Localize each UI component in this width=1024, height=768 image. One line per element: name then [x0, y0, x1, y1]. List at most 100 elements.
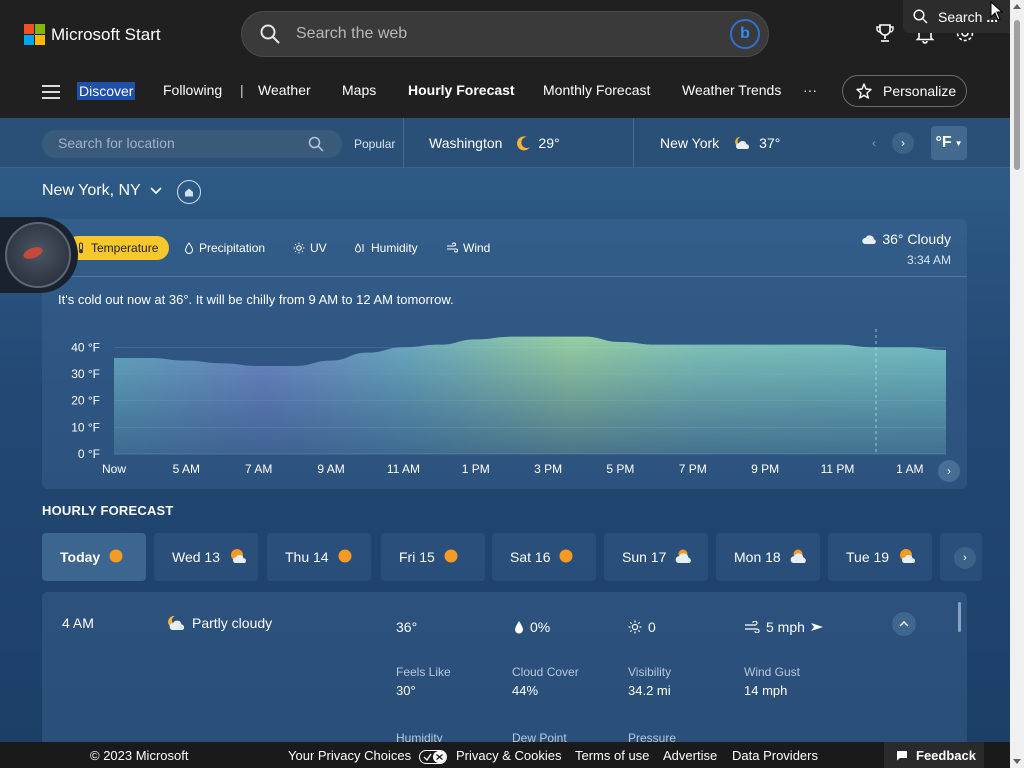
tab-label: Humidity [371, 241, 418, 255]
tab-precipitation[interactable]: Precipitation [184, 236, 265, 260]
prev-cities-button[interactable]: ‹ [863, 132, 885, 154]
rewards-trophy-icon[interactable] [874, 22, 896, 44]
feedback-label: Feedback [916, 747, 976, 763]
hour-temp: 36° [396, 619, 417, 635]
unit-label: °F [935, 134, 952, 151]
day-tab-thu-14[interactable]: Thu 14 [267, 533, 371, 581]
humidity-icon [354, 243, 364, 253]
nav-item-weather-trends[interactable]: Weather Trends [682, 82, 781, 98]
chart-next-button[interactable]: › [938, 460, 960, 482]
stat-value: 44% [512, 683, 539, 698]
city-temp: 29° [538, 135, 560, 151]
chevron-up-icon [899, 620, 909, 627]
partly-cloudy-night-icon [735, 136, 750, 149]
day-label: Sun 17 [622, 549, 667, 565]
nav-item-discover[interactable]: Discover [77, 82, 136, 100]
city-temp: 37° [759, 135, 781, 151]
wind-direction-arrow-icon [810, 623, 823, 631]
sun-outline-icon [293, 242, 305, 254]
day-tab-mon-18[interactable]: Mon 18 [716, 533, 820, 581]
x-tick-label: 1 PM [462, 462, 490, 476]
popular-city-washington[interactable]: Washington 29° [429, 135, 560, 151]
tab-uv[interactable]: UV [293, 236, 327, 260]
footer-advertise-link[interactable]: Advertise [663, 748, 717, 763]
footer-data-providers-link[interactable]: Data Providers [732, 748, 818, 763]
bing-chat-button[interactable]: b [730, 19, 760, 49]
tab-humidity[interactable]: Humidity [354, 236, 418, 260]
hour-uv-value: 0 [648, 619, 656, 635]
nav-more-button[interactable]: ··· [803, 82, 817, 98]
x-tick-label: 5 AM [173, 462, 200, 476]
day-tab-fri-15[interactable]: Fri 15 [381, 533, 485, 581]
chevron-left-icon: ‹ [872, 136, 876, 150]
scroll-thumb[interactable] [1014, 20, 1020, 170]
hour-wind: 5 mph [744, 619, 830, 635]
web-search-input[interactable] [296, 22, 696, 46]
search-icon[interactable] [308, 136, 324, 152]
sun-icon [108, 548, 124, 567]
location-bar: Popular Washington 29° New York 37° ‹ › … [0, 118, 1010, 168]
stat-label: Cloud Cover [512, 665, 579, 679]
day-tab-wed-13[interactable]: Wed 13 [154, 533, 258, 581]
location-selector[interactable]: New York, NY [42, 182, 163, 200]
current-conditions: 36° Cloudy 3:34 AM [861, 231, 951, 267]
day-tab-today[interactable]: Today [42, 533, 146, 581]
chevron-right-icon: › [947, 464, 951, 478]
temperature-unit-dropdown[interactable]: °F ▼ [931, 126, 967, 160]
stat-wind-gust: Wind Gust 14 mph [744, 665, 800, 698]
detail-scrollbar[interactable] [958, 602, 961, 632]
hour-uv: 0 [628, 619, 656, 635]
nav-item-weather[interactable]: Weather [258, 82, 311, 98]
day-label: Today [60, 549, 101, 565]
feedback-button[interactable]: Feedback [884, 742, 984, 768]
popular-city-new-york[interactable]: New York 37° [660, 135, 780, 151]
day-selector: Today Wed 13 Thu 14 Fri 15 Sat 16 Sun 17 Mon 1… [42, 533, 982, 581]
day-label: Fri 15 [399, 549, 435, 565]
footer-privacy-choices-link[interactable]: Your Privacy Choices [288, 748, 447, 764]
collapse-row-button[interactable] [892, 612, 916, 636]
menu-hamburger-icon[interactable] [42, 85, 60, 99]
web-search-box[interactable]: b [241, 11, 769, 57]
tab-temperature[interactable]: Temperature [66, 236, 170, 260]
hour-condition-label: Partly cloudy [192, 615, 273, 631]
page-scrollbar[interactable] [1010, 0, 1024, 768]
stat-value: 30° [396, 683, 416, 698]
y-tick-label: 40 °F [71, 340, 100, 354]
set-home-location-button[interactable] [177, 180, 201, 204]
day-tab-tue-19[interactable]: Tue 19 [828, 533, 932, 581]
days-next-button[interactable]: › [954, 547, 976, 569]
forecast-summary: It's cold out now at 36°. It will be chi… [58, 292, 454, 307]
popular-label: Popular [354, 137, 396, 151]
scroll-up-icon[interactable] [1013, 4, 1021, 9]
personalize-button[interactable]: Personalize [842, 75, 967, 107]
stat-value: 14 mph [744, 683, 788, 698]
next-cities-button[interactable]: › [892, 132, 914, 154]
search-icon [913, 9, 928, 24]
nav-item-monthly-forecast[interactable]: Monthly Forecast [543, 82, 650, 98]
nav-item-hourly-forecast[interactable]: Hourly Forecast [408, 82, 515, 98]
floating-gauge-widget[interactable] [0, 217, 78, 293]
stat-label: Feels Like [396, 665, 451, 679]
y-tick-label: 30 °F [71, 367, 100, 381]
city-name: Washington [429, 135, 503, 151]
location-search-box[interactable] [42, 130, 342, 158]
search-icon [260, 24, 280, 44]
footer-privacy-cookies-link[interactable]: Privacy & Cookies [456, 748, 561, 763]
footer-terms-link[interactable]: Terms of use [575, 748, 649, 763]
x-tick-label: 7 AM [245, 462, 272, 476]
nav-item-maps[interactable]: Maps [342, 82, 376, 98]
x-tick-label: 1 AM [896, 462, 923, 476]
x-tick-label: 9 PM [751, 462, 779, 476]
tab-wind[interactable]: Wind [446, 236, 490, 260]
nav-item-following[interactable]: Following [163, 82, 222, 98]
brand-logo[interactable]: Microsoft Start [24, 24, 161, 45]
location-search-input[interactable] [58, 135, 288, 151]
chevron-right-icon: › [963, 552, 967, 564]
hour-time: 4 AM [62, 615, 94, 631]
day-tab-sat-16[interactable]: Sat 16 [492, 533, 596, 581]
personalize-label: Personalize [883, 83, 957, 99]
footer: © 2023 Microsoft Your Privacy Choices Pr… [0, 742, 1010, 768]
cloud-icon [862, 235, 877, 244]
scroll-down-icon[interactable] [1013, 759, 1021, 764]
day-tab-sun-17[interactable]: Sun 17 [604, 533, 708, 581]
